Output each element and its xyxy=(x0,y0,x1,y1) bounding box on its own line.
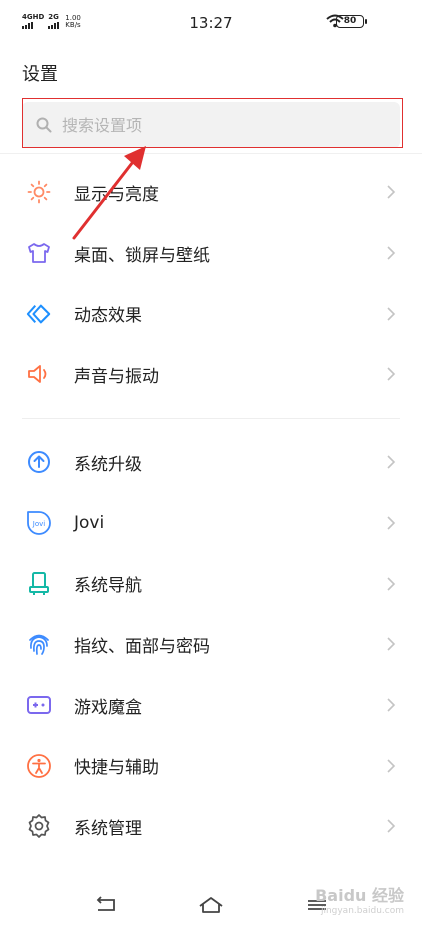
settings-item-shortcuts-accessibility[interactable]: 快捷与辅助 xyxy=(0,735,422,796)
settings-item-label: 系统导航 xyxy=(74,576,142,597)
sun-icon xyxy=(26,179,52,205)
settings-screen: 4GHD 2G 1.00 KB/s 13:27 80 设置 搜索设置项 显示与亮… xyxy=(0,0,422,930)
watermark-text: Baidu 经验 xyxy=(315,886,404,905)
settings-item-dynamic-effects[interactable]: 动态效果 xyxy=(0,283,422,344)
chevron-right-icon xyxy=(387,516,396,530)
section-divider xyxy=(22,418,400,419)
settings-item-system-management[interactable]: 系统管理 xyxy=(0,796,422,857)
chevron-right-icon xyxy=(387,819,396,834)
settings-item-game-box[interactable]: 游戏魔盒 xyxy=(0,675,422,736)
baidu-watermark: Baidu 经验 jingyan.baidu.com xyxy=(315,882,404,916)
settings-group-display: 显示与亮度 桌面、锁屏与壁纸 动态效果 声音与振动 xyxy=(0,162,422,405)
settings-item-fingerprint-face-password[interactable]: 指纹、面部与密码 xyxy=(0,614,422,675)
settings-item-display-brightness[interactable]: 显示与亮度 xyxy=(0,162,422,223)
chevron-right-icon xyxy=(387,246,396,260)
settings-item-label: 声音与振动 xyxy=(74,366,159,387)
jovi-icon: Jovi xyxy=(26,510,52,536)
chevron-right-icon xyxy=(387,307,396,321)
fingerprint-icon xyxy=(26,631,52,657)
settings-item-label: 桌面、锁屏与壁纸 xyxy=(74,245,210,266)
chevron-right-icon xyxy=(387,367,396,381)
home-icon[interactable] xyxy=(198,894,224,916)
settings-item-sound-vibration[interactable]: 声音与振动 xyxy=(0,344,422,405)
settings-item-label: 指纹、面部与密码 xyxy=(74,636,210,657)
svg-text:Jovi: Jovi xyxy=(32,520,45,528)
back-icon[interactable] xyxy=(94,894,120,916)
chevron-right-icon xyxy=(387,455,396,469)
gear-icon xyxy=(26,813,52,839)
settings-item-jovi[interactable]: Jovi Jovi xyxy=(0,493,422,554)
chevron-right-icon xyxy=(387,577,396,591)
speaker-icon xyxy=(26,361,52,387)
chevron-right-icon xyxy=(387,759,396,773)
settings-item-label: Jovi xyxy=(74,513,105,534)
settings-item-label: 快捷与辅助 xyxy=(74,758,159,779)
watermark-sub: jingyan.baidu.com xyxy=(320,906,404,916)
settings-item-label: 系统升级 xyxy=(74,454,142,475)
navigation-icon xyxy=(26,571,52,597)
divider xyxy=(0,153,422,154)
settings-item-desktop-lockscreen-wallpaper[interactable]: 桌面、锁屏与壁纸 xyxy=(0,223,422,284)
settings-item-system-navigation[interactable]: 系统导航 xyxy=(0,553,422,614)
settings-item-label: 动态效果 xyxy=(74,306,142,327)
settings-item-label: 显示与亮度 xyxy=(74,184,159,205)
annotation-highlight-box xyxy=(22,98,403,148)
system-nav-bar: Baidu 经验 jingyan.baidu.com xyxy=(0,880,422,930)
settings-item-label: 系统管理 xyxy=(74,818,142,839)
settings-group-system: 系统升级 Jovi Jovi 系统导航 指纹、面部与密码 游戏魔盒 快捷与辅助 … xyxy=(0,432,422,857)
battery-indicator: 80 xyxy=(336,15,367,28)
upgrade-arrow-icon xyxy=(26,449,52,475)
page-title: 设置 xyxy=(22,64,58,85)
shirt-icon xyxy=(26,240,52,266)
chevron-right-icon xyxy=(387,637,396,651)
settings-item-label: 游戏魔盒 xyxy=(74,697,142,718)
chevron-right-icon xyxy=(387,698,396,712)
game-box-icon xyxy=(26,692,52,718)
accessibility-icon xyxy=(26,753,52,779)
diamond-icon xyxy=(26,301,52,327)
chevron-right-icon xyxy=(387,185,396,199)
settings-item-system-upgrade[interactable]: 系统升级 xyxy=(0,432,422,493)
status-bar: 4GHD 2G 1.00 KB/s 13:27 80 xyxy=(0,0,422,44)
